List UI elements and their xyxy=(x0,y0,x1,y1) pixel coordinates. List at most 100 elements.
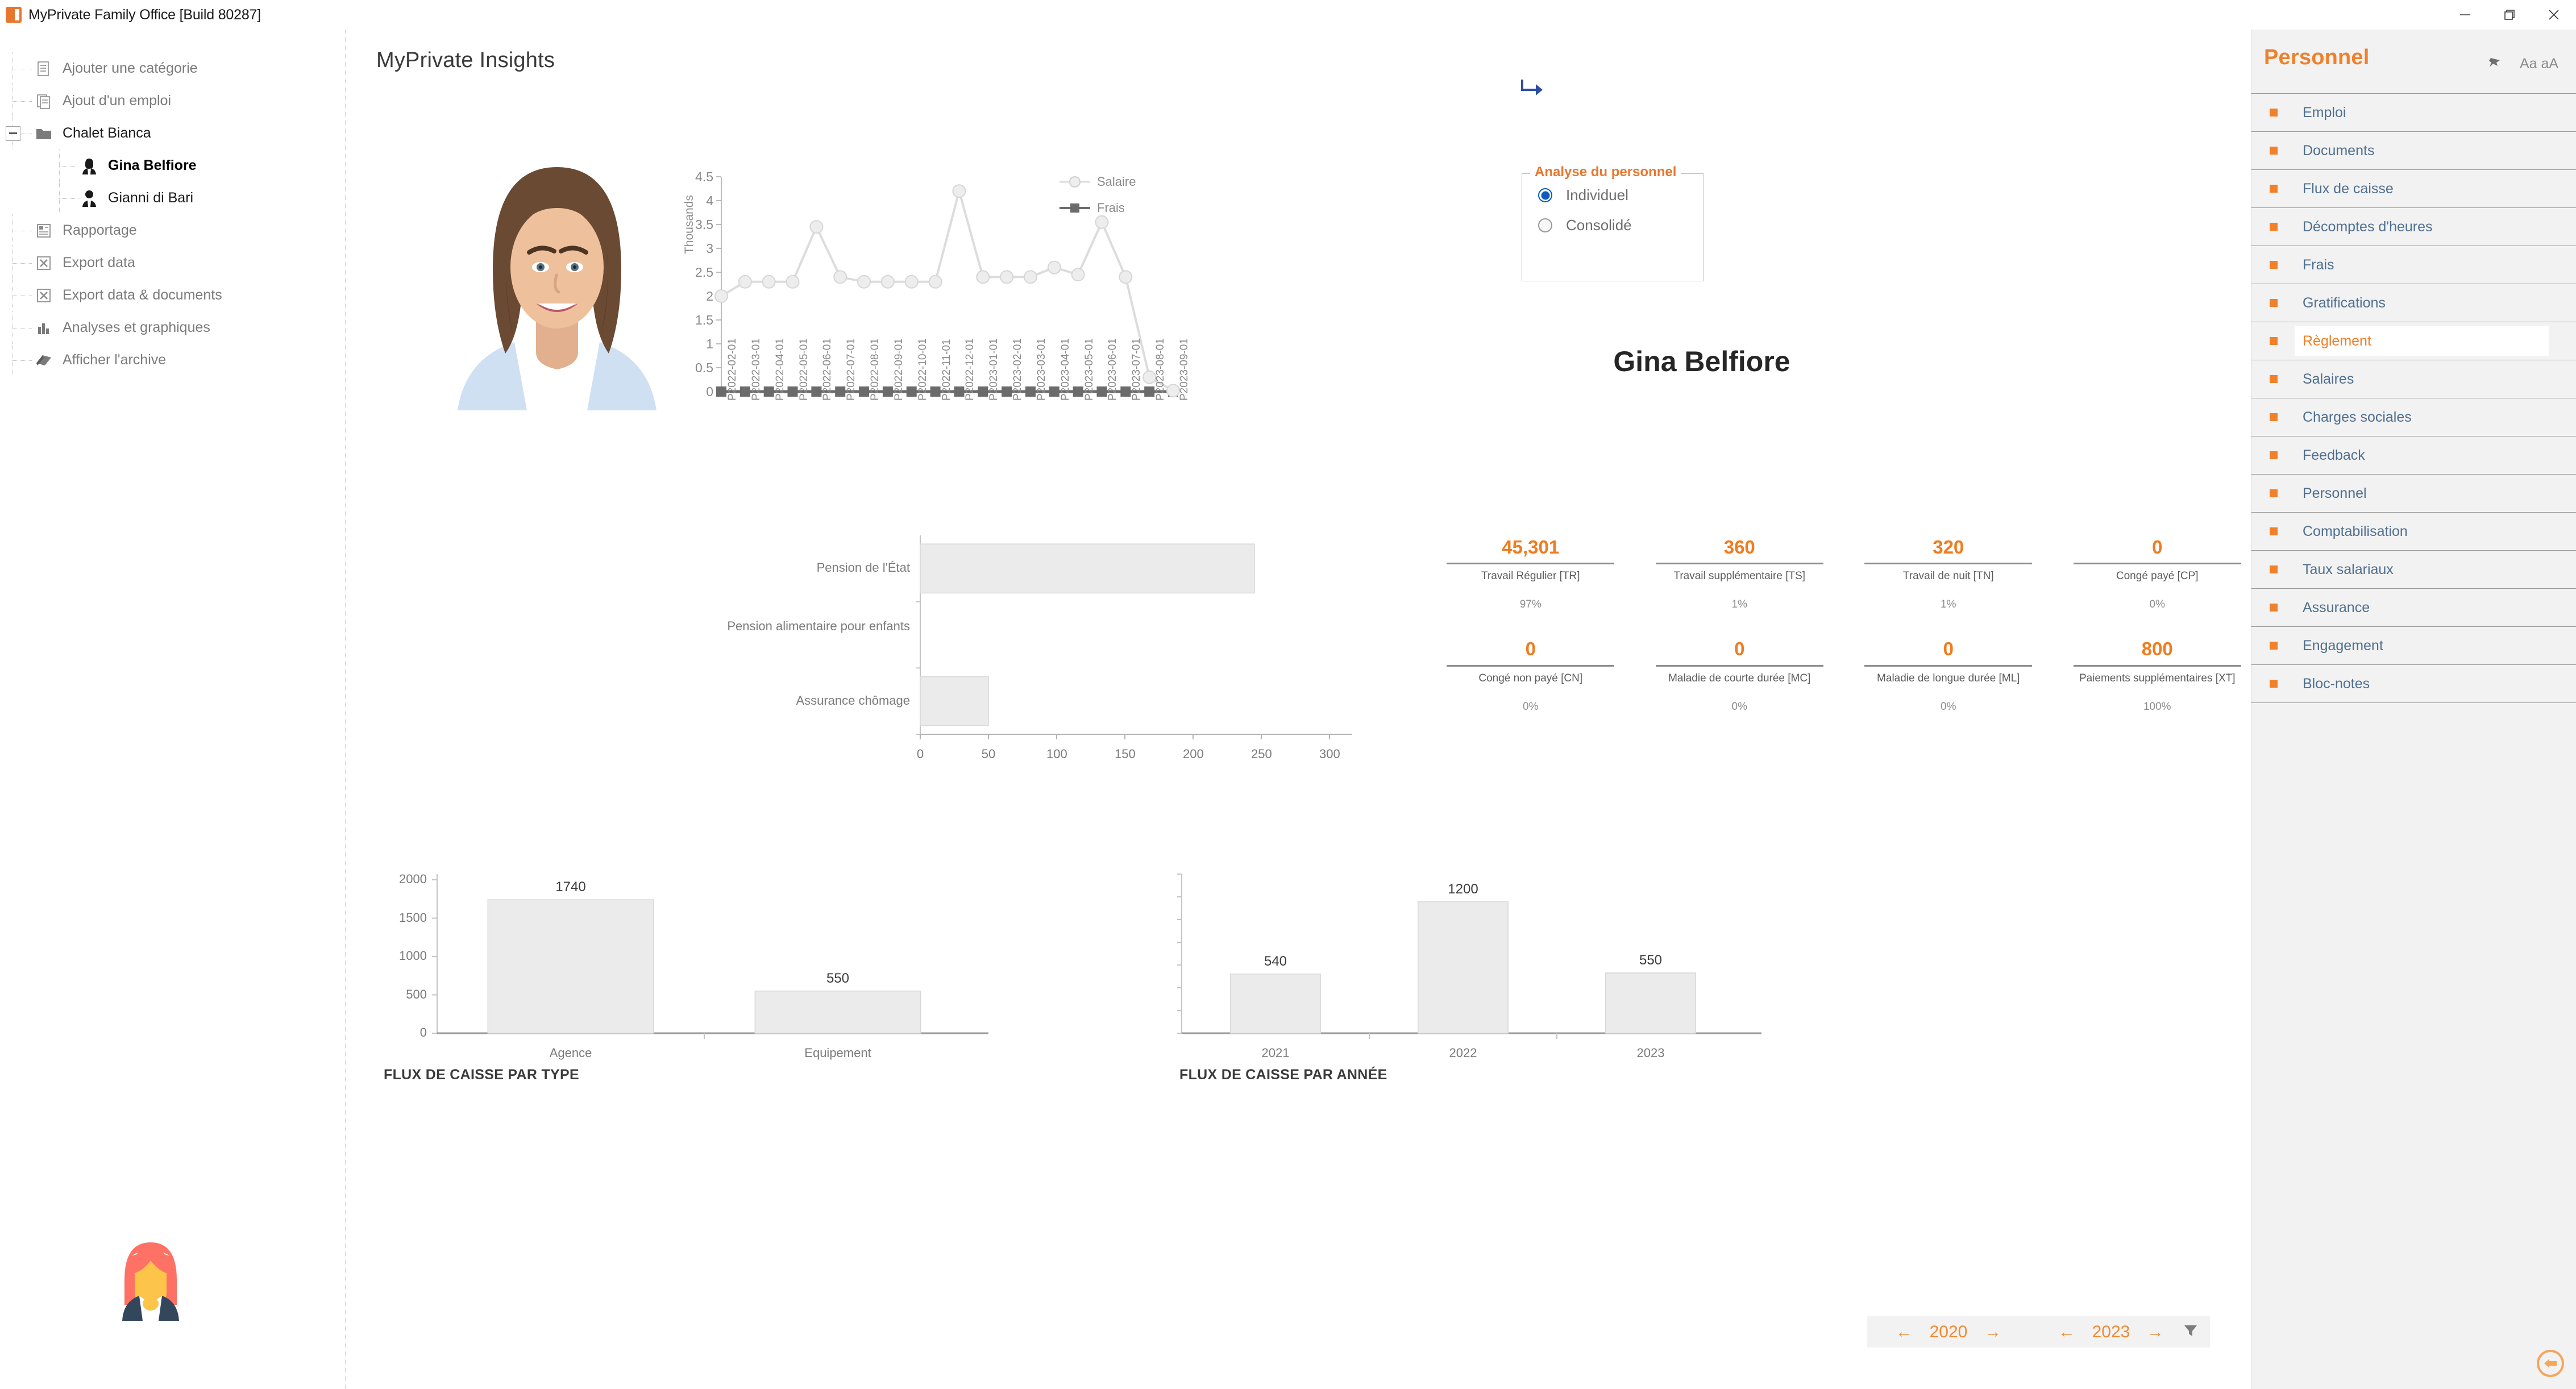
tree-expander-collapse[interactable] xyxy=(6,126,20,141)
vbar-y-tick-label: 1000 xyxy=(399,949,427,963)
legend-circle-marker-icon xyxy=(1060,176,1090,188)
kpi-value: 320 xyxy=(1933,537,1964,558)
right-panel-item-label: Charges sociales xyxy=(2303,409,2412,425)
kpi-value: 0 xyxy=(1943,638,1954,660)
sidebar-item-gianni-di-bari[interactable]: Gianni di Bari xyxy=(0,182,346,214)
right-panel-item-assurance[interactable]: Assurance xyxy=(2251,589,2576,627)
analysis-group-title: Analyse du personnel xyxy=(1530,164,1681,180)
radio-consolide-input[interactable] xyxy=(1538,218,1552,232)
right-panel-item-label: Décomptes d'heures xyxy=(2303,218,2433,235)
bullet-square-icon xyxy=(2270,185,2278,193)
restore-button[interactable] xyxy=(2487,0,2532,30)
kpi-value: 0 xyxy=(1525,638,1536,660)
right-panel-item-r-glement[interactable]: Règlement xyxy=(2251,322,2576,360)
kpi-card: 360 Travail supplémentaire [TS] 1% xyxy=(1635,535,1844,611)
close-button[interactable] xyxy=(2532,0,2576,30)
funnel-filter-icon[interactable] xyxy=(2182,1322,2199,1342)
vbar-data-label: 1740 xyxy=(555,879,586,895)
kpi-divider xyxy=(2073,563,2241,565)
right-panel-item-comptabilisation[interactable]: Comptabilisation xyxy=(2251,513,2576,551)
sidebar-item-ajout-d-un-emploi[interactable]: Ajout d'un emploi xyxy=(0,85,346,117)
right-side-panel: Personnel Aa aA Emploi Documents Flux de c… xyxy=(2251,30,2576,1389)
kpi-percentage: 0% xyxy=(1523,700,1539,713)
right-panel-item-flux-de-caisse[interactable]: Flux de caisse xyxy=(2251,170,2576,208)
right-panel-item-charges-sociales[interactable]: Charges sociales xyxy=(2251,398,2576,436)
sidebar-item-analyses-et-graphiques[interactable]: Analyses et graphiques xyxy=(0,311,346,344)
hbar-x-tick-label: 200 xyxy=(1183,747,1204,761)
sidebar-item-export-data[interactable]: Export data xyxy=(0,247,346,279)
folder-icon xyxy=(34,124,53,143)
sidebar-item-chalet-bianca[interactable]: Chalet Bianca xyxy=(0,117,346,149)
right-panel-item-salaires[interactable]: Salaires xyxy=(2251,360,2576,398)
return-arrow-icon[interactable] xyxy=(1519,76,1546,102)
kpi-card: 0 Congé non payé [CN] 0% xyxy=(1426,637,1635,713)
legend-label: Frais xyxy=(1097,201,1125,215)
document-add-icon xyxy=(34,59,53,78)
right-panel-item-documents[interactable]: Documents xyxy=(2251,132,2576,170)
line-chart-x-tick-label: P2022-04-01 xyxy=(774,338,786,401)
bullet-square-icon xyxy=(2270,489,2278,497)
kpi-label: Travail supplémentaire [TS] xyxy=(1673,570,1806,583)
line-chart-x-tick-label: P2022-05-01 xyxy=(797,338,810,401)
from-year-prev-button[interactable]: ← xyxy=(1891,1323,1917,1341)
radio-individuel-input[interactable] xyxy=(1538,188,1552,202)
vbar-data-label: 550 xyxy=(826,970,850,986)
right-panel-item-label: Gratifications xyxy=(2303,294,2386,311)
sidebar-item-gina-belfiore[interactable]: Gina Belfiore xyxy=(0,149,346,182)
radio-option-consolide[interactable]: Consolidé xyxy=(1538,217,1703,234)
pin-icon[interactable] xyxy=(2486,55,2503,74)
legend-item: Salaire xyxy=(1060,169,1136,195)
right-panel-item-label: Engagement xyxy=(2303,637,2383,654)
archive-book-icon xyxy=(34,351,53,370)
line-chart-x-tick-label: P2023-08-01 xyxy=(1154,338,1167,401)
right-panel-item-emploi[interactable]: Emploi xyxy=(2251,94,2576,132)
right-panel-menu-list: Emploi Documents Flux de caisse Décomptes d… xyxy=(2251,93,2576,703)
bullet-square-icon xyxy=(2270,680,2278,688)
font-size-toggle[interactable]: Aa aA xyxy=(2520,56,2558,72)
minimize-button[interactable] xyxy=(2443,0,2487,30)
to-year-value[interactable]: 2023 xyxy=(2080,1323,2142,1342)
line-chart-x-tick-label: P2022-06-01 xyxy=(821,338,834,401)
right-panel-item-feedback[interactable]: Feedback xyxy=(2251,436,2576,475)
tree-connector xyxy=(13,360,32,361)
line-chart-x-tick-label: P2022-03-01 xyxy=(750,338,762,401)
right-panel-item-label: Comptabilisation xyxy=(2303,523,2408,539)
sidebar-item-export-data-documents[interactable]: Export data & documents xyxy=(0,279,346,311)
to-year-prev-button[interactable]: ← xyxy=(2054,1323,2080,1341)
kpi-label: Congé payé [CP] xyxy=(2116,570,2199,583)
kpi-card: 0 Maladie de courte durée [MC] 0% xyxy=(1635,637,1844,713)
right-panel-item-engagement[interactable]: Engagement xyxy=(2251,627,2576,665)
vbar-y-tick-label: 500 xyxy=(406,987,427,1001)
hbar-x-tick-label: 250 xyxy=(1251,747,1272,761)
cashflow-type-plot xyxy=(432,874,988,1039)
radio-option-individuel[interactable]: Individuel xyxy=(1538,186,1703,204)
sidebar-item-label: Analyses et graphiques xyxy=(63,319,210,335)
right-panel-item-label: Règlement xyxy=(2303,332,2371,349)
right-panel-item-label: Frais xyxy=(2303,256,2334,273)
sidebar-item-ajouter-une-cat-gorie[interactable]: Ajouter une catégorie xyxy=(0,52,346,85)
sidebar-item-afficher-l-archive[interactable]: Afficher l'archive xyxy=(0,344,346,376)
line-chart-x-tick-label: P2023-01-01 xyxy=(988,338,1000,401)
main-content: MyPrivate Insights Thousands 0 0.5 1 1.5… xyxy=(346,30,2251,1389)
kpi-row: 0 Congé non payé [CN] 0% 0 Maladie de courte… xyxy=(1426,637,2262,713)
personnel-analysis-group: Analyse du personnel Individuel Consolid… xyxy=(1522,164,1704,281)
kpi-card: 0 Maladie de longue durée [ML] 0% xyxy=(1844,637,2053,713)
svg-text:1.5: 1.5 xyxy=(695,313,713,327)
svg-text:3: 3 xyxy=(706,241,713,256)
svg-text:1: 1 xyxy=(706,336,713,351)
right-panel-item-gratifications[interactable]: Gratifications xyxy=(2251,284,2576,322)
from-year-value[interactable]: 2020 xyxy=(1917,1323,1980,1342)
from-year-next-button[interactable]: → xyxy=(1980,1323,2006,1341)
right-panel-item-bloc-notes[interactable]: Bloc-notes xyxy=(2251,665,2576,703)
right-panel-item-d-comptes-d-heures[interactable]: Décomptes d'heures xyxy=(2251,208,2576,246)
right-panel-item-frais[interactable]: Frais xyxy=(2251,246,2576,284)
right-panel-item-personnel[interactable]: Personnel xyxy=(2251,475,2576,513)
hbar-x-tick-label: 50 xyxy=(981,747,996,761)
right-panel-item-label: Flux de caisse xyxy=(2303,180,2394,197)
sidebar-item-rapportage[interactable]: Rapportage xyxy=(0,214,346,247)
back-circle-icon[interactable] xyxy=(2535,1348,2566,1379)
bullet-square-icon xyxy=(2270,451,2278,459)
right-panel-item-taux-salariaux[interactable]: Taux salariaux xyxy=(2251,551,2576,589)
page-title: MyPrivate Insights xyxy=(376,48,555,72)
to-year-next-button[interactable]: → xyxy=(2142,1323,2168,1341)
